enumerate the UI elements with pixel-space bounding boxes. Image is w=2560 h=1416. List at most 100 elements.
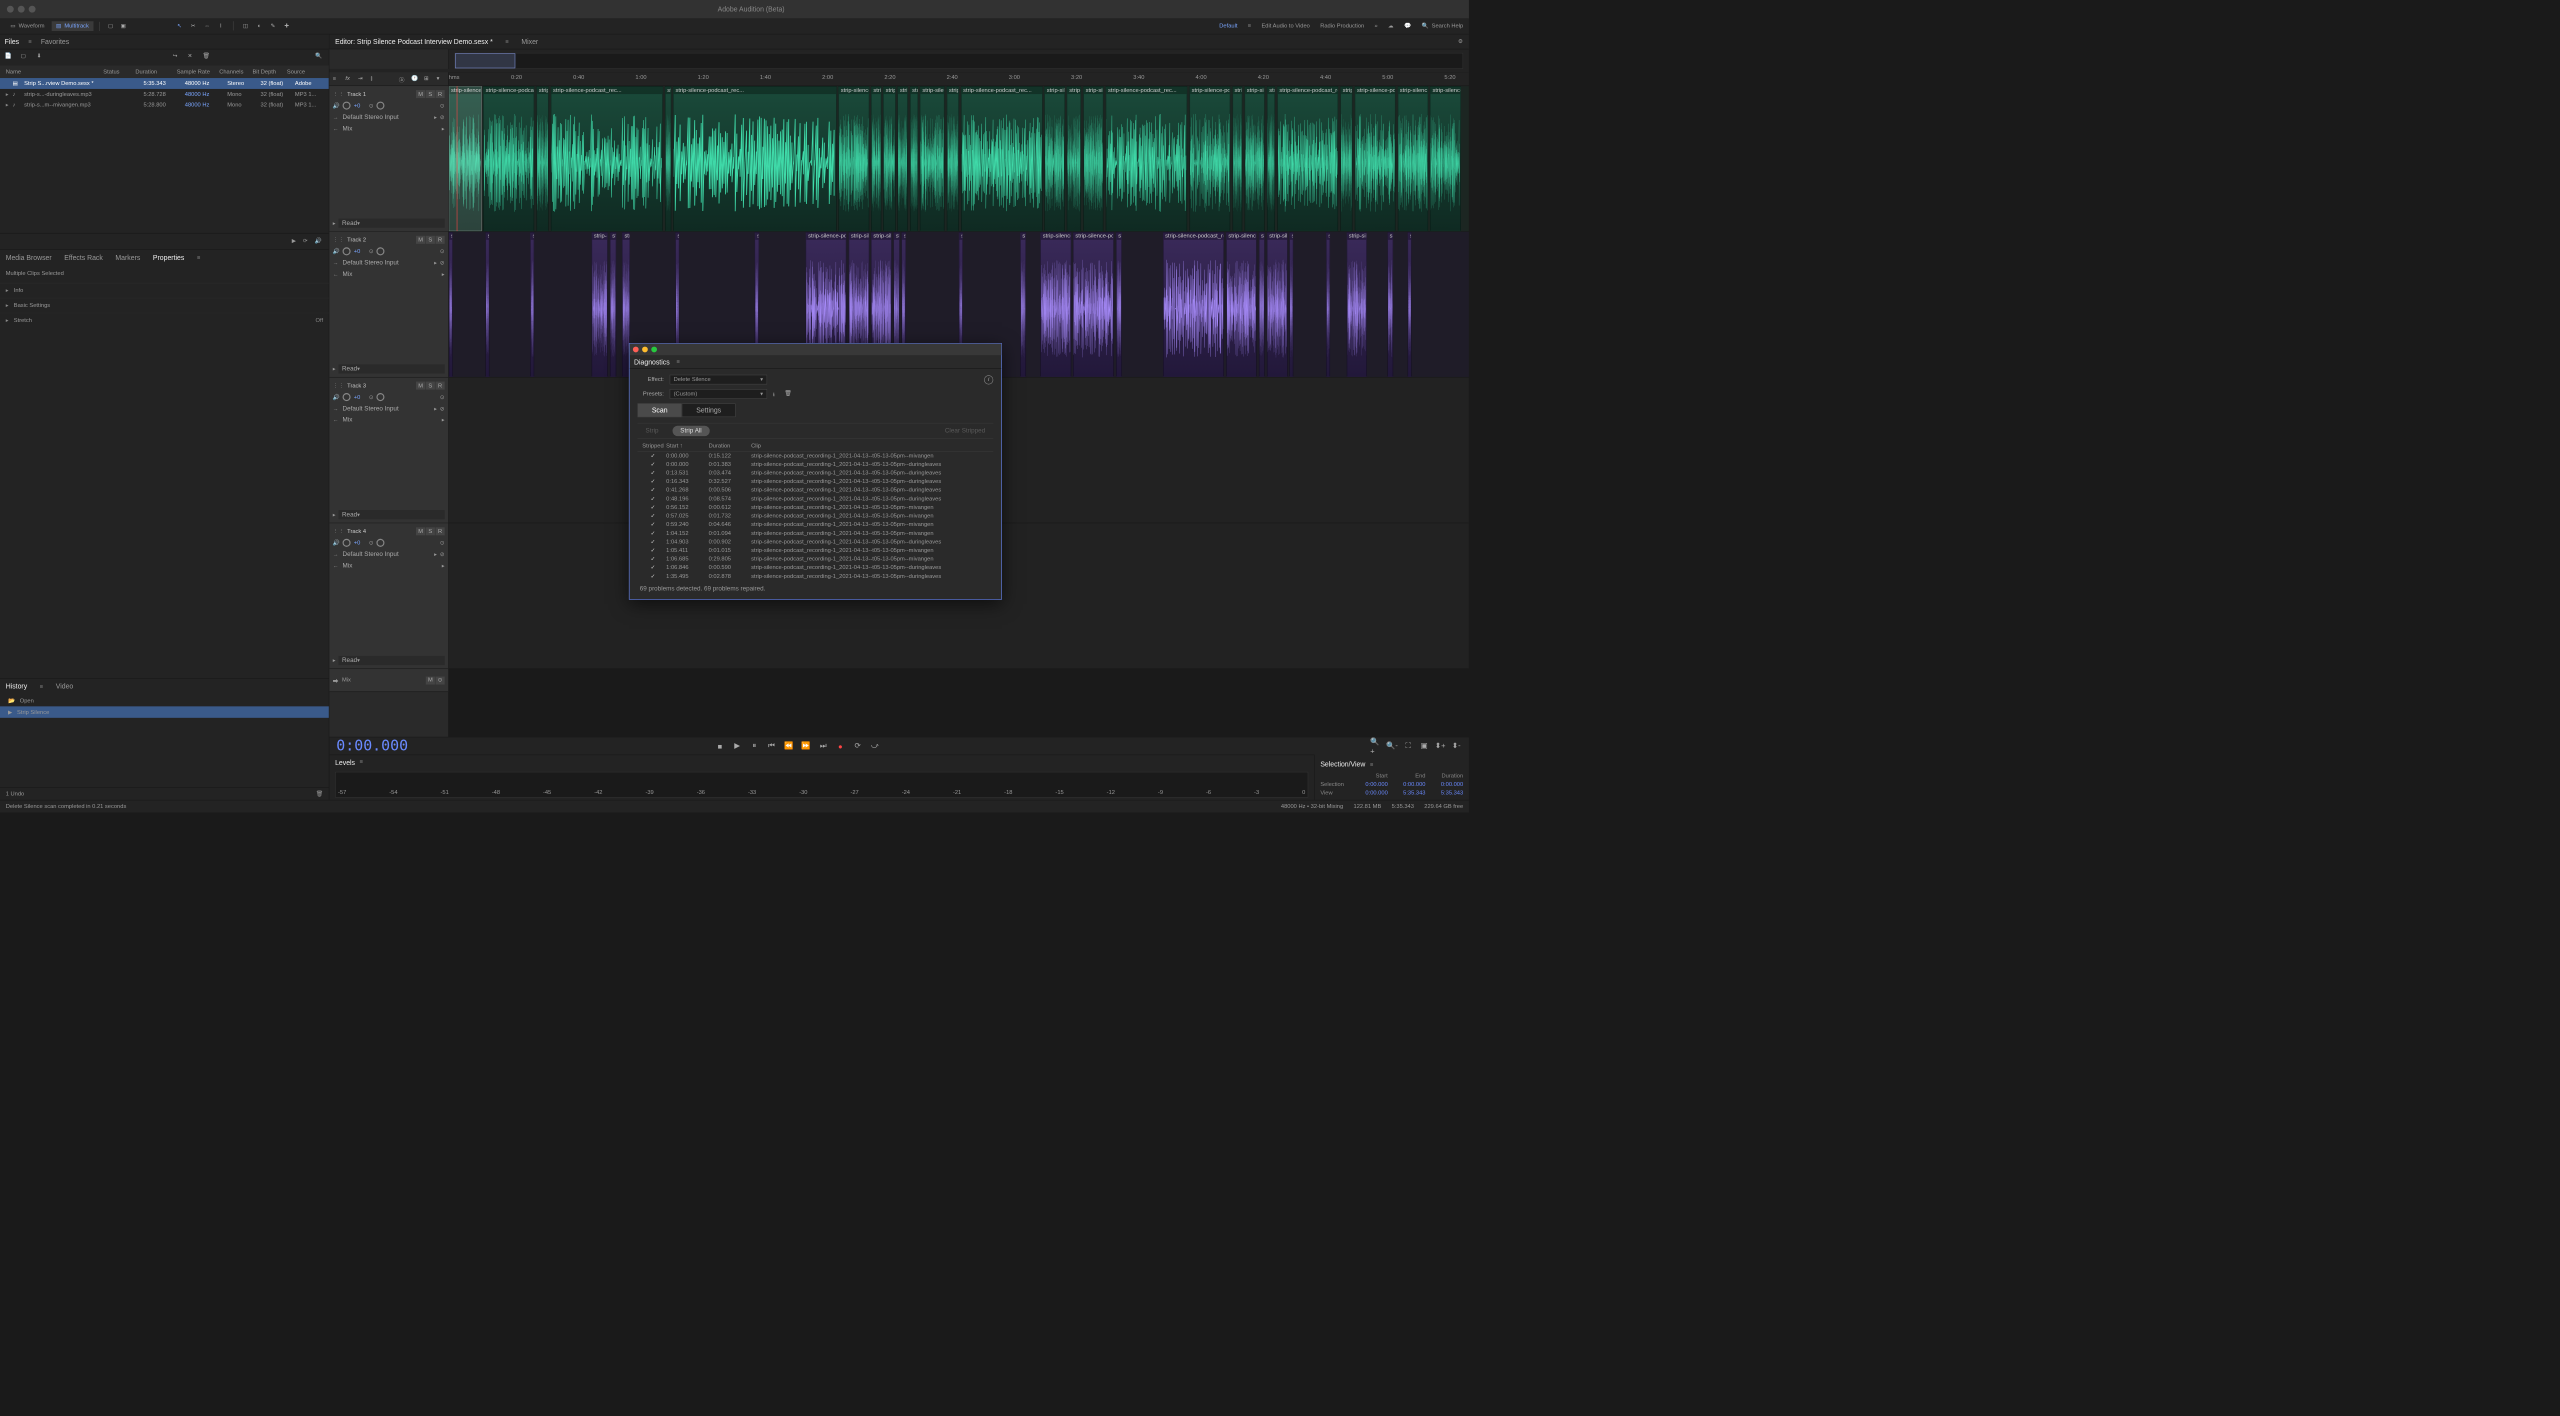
grip-icon[interactable]: ⋮⋮ <box>333 237 344 243</box>
disclosure-icon[interactable]: ▸ <box>333 366 336 372</box>
record-arm-button[interactable]: R <box>436 236 445 244</box>
autoplay-icon[interactable]: 🔊 <box>315 238 322 244</box>
strip-all-button[interactable]: Strip All <box>672 426 709 436</box>
tab-diagnostics[interactable]: Diagnostics <box>634 355 670 368</box>
pan-knob[interactable] <box>377 247 385 255</box>
audio-clip[interactable]: strip-silence-podcast_rec... <box>449 232 453 377</box>
toggle-icon-a[interactable]: ▢ <box>106 21 116 31</box>
tab-properties[interactable]: Properties <box>153 251 184 264</box>
diagnostic-row[interactable]: ✓1:06.8460:00.590strip-silence-podcast_r… <box>637 563 993 572</box>
audio-clip[interactable]: strip-silence-podcast_rec... <box>1116 232 1122 377</box>
razor-tool-icon[interactable]: ✂ <box>188 21 198 31</box>
snap-icon[interactable]: ⊞ <box>424 75 432 83</box>
input-select[interactable]: Default Stereo Input <box>343 405 432 412</box>
vol-value[interactable]: +0 <box>354 540 361 546</box>
disclosure-icon[interactable]: ▸ <box>333 512 336 518</box>
route-icon[interactable]: ⊘ <box>440 551 445 557</box>
track-header[interactable]: ⋮⋮Track 2MSR 🔊+0⊙⊙ →Default Stereo Input… <box>329 232 448 378</box>
chevron-icon[interactable]: ▸ <box>442 125 445 131</box>
zoom-v-out-icon[interactable]: ⬍- <box>1451 740 1462 751</box>
chevron-icon[interactable]: ▸ <box>434 260 437 266</box>
disclosure-icon[interactable]: ▸ <box>333 657 336 663</box>
route-icon[interactable]: ⊘ <box>440 114 445 120</box>
diagnostic-row[interactable]: ✓1:35.4950:02.878strip-silence-podcast_r… <box>637 572 993 581</box>
tab-menu-icon[interactable]: ≡ <box>360 759 363 765</box>
waveform-mode-button[interactable]: ▭Waveform <box>6 21 49 31</box>
output-select[interactable]: Mix <box>343 125 439 132</box>
disclosure-icon[interactable]: ▸ <box>333 220 336 226</box>
input-select[interactable]: Default Stereo Input <box>343 114 432 121</box>
sel-end[interactable]: 0:00.000 <box>1395 782 1426 788</box>
disclosure-icon[interactable]: ▸ <box>6 91 13 97</box>
mono-stereo-icon[interactable]: ⊙ <box>440 540 445 546</box>
tab-files-menu-icon[interactable]: ≡ <box>28 38 31 44</box>
view-dur[interactable]: 5:35.343 <box>1432 790 1463 796</box>
solo-button[interactable]: S <box>426 527 435 535</box>
zoom-v-in-icon[interactable]: ⬍+ <box>1434 740 1445 751</box>
vol-knob[interactable] <box>343 393 351 401</box>
prop-section-basic[interactable]: ▸Basic Settings <box>0 298 329 313</box>
audio-clip[interactable]: strip-silence-podcast_rec... <box>1045 86 1065 231</box>
pause-button[interactable]: ⏸ <box>749 740 760 751</box>
audio-clip[interactable]: strip-silence-podcast_rec... <box>1163 232 1224 377</box>
audio-clip[interactable]: strip-silence-podcast_rec... <box>665 86 671 231</box>
diagnostic-row[interactable]: ✓0:00.0000:15.122strip-silence-podcast_r… <box>637 452 993 461</box>
audio-clip[interactable]: strip-silence-podcast_rec... <box>673 86 836 231</box>
audio-clip[interactable]: strip-silence-podcast_rec... <box>1289 232 1293 377</box>
file-row[interactable]: ▤ Strip S...rview Demo.sesx * 5:35.343 4… <box>0 78 329 89</box>
tab-media-browser[interactable]: Media Browser <box>6 251 52 264</box>
history-item[interactable]: ▶Strip Silence <box>0 706 329 717</box>
effect-select[interactable]: Delete Silence▾ <box>670 375 768 385</box>
audio-clip[interactable]: strip-silence-podcast_rec... <box>1355 86 1396 231</box>
audio-clip[interactable]: strip-silence-podcast_rec... <box>883 86 895 231</box>
vol-value[interactable]: +0 <box>354 102 361 108</box>
settings-icon[interactable]: ⚙ <box>1458 38 1463 44</box>
audio-clip[interactable]: strip-silence-podcast_rec... <box>961 86 1043 231</box>
toggle-icon-b[interactable]: ▣ <box>118 21 128 31</box>
sel-dur[interactable]: 0:00.000 <box>1432 782 1463 788</box>
close-dot[interactable] <box>7 6 14 13</box>
file-row[interactable]: ▸♪ strip-s...m--mivangen.mp3 5:28.800 48… <box>0 100 329 111</box>
mono-stereo-icon[interactable]: ⊙ <box>440 102 445 108</box>
audio-clip[interactable]: strip-silence-podcast_rec... <box>1398 86 1429 231</box>
diagnostic-row[interactable]: ✓1:04.9030:00.902strip-silence-podcast_r… <box>637 538 993 547</box>
overview-selection[interactable] <box>455 53 515 68</box>
audio-clip[interactable]: strip-silence-podcast_rec... <box>838 86 869 231</box>
trash-icon[interactable]: 🗑 <box>316 791 323 797</box>
lasso-icon[interactable]: ◐ <box>254 21 264 31</box>
diagnostic-row[interactable]: ✓1:06.6850:29.805strip-silence-podcast_r… <box>637 555 993 564</box>
track-name[interactable]: Track 3 <box>347 382 413 388</box>
audio-clip[interactable]: strip-silence-podcast_rec... <box>1189 86 1230 231</box>
tab-markers[interactable]: Markers <box>115 251 140 264</box>
fx-icon[interactable]: fx <box>345 75 353 83</box>
audio-clip[interactable]: strip-silence-podcast_rec... <box>1067 86 1081 231</box>
diagnostic-row[interactable]: ✓0:41.2680:00.506strip-silence-podcast_r… <box>637 486 993 495</box>
record-arm-button[interactable]: R <box>436 527 445 535</box>
tab-mixer[interactable]: Mixer <box>521 35 538 48</box>
input-select[interactable]: Default Stereo Input <box>343 551 432 558</box>
audio-clip[interactable]: strip-silence-podcast_rec... <box>1073 232 1114 377</box>
automation-mode-select[interactable]: Read ▾ <box>339 364 445 373</box>
zoom-full-icon[interactable]: ⛶ <box>1402 740 1413 751</box>
audio-clip[interactable]: strip-silence-podcast_rec... <box>1244 86 1264 231</box>
selection-region[interactable] <box>449 86 482 231</box>
record-button[interactable]: ● <box>835 740 846 751</box>
diagnostic-row[interactable]: ✓0:13.5310:03.474strip-silence-podcast_r… <box>637 469 993 478</box>
marquee-icon[interactable]: ◫ <box>240 21 250 31</box>
solo-button[interactable]: S <box>426 236 435 244</box>
diagnostic-row[interactable]: ✓1:04.1520:01.094strip-silence-podcast_r… <box>637 529 993 538</box>
levels-tab[interactable]: Levels ≡ <box>329 755 1314 770</box>
audio-clip[interactable]: strip-silence-podcast_rec... <box>551 86 663 231</box>
pan-knob[interactable] <box>377 393 385 401</box>
go-end-button[interactable]: ⏭ <box>817 740 828 751</box>
automation-mode-select[interactable]: Read ▾ <box>339 219 445 228</box>
vol-value[interactable]: +0 <box>354 394 361 400</box>
multitrack-mode-button[interactable]: ▤Multitrack <box>51 21 93 31</box>
pan-knob[interactable] <box>377 539 385 547</box>
output-select[interactable]: Mix <box>343 417 439 424</box>
audio-clip[interactable]: strip-silence-podcast_rec... <box>1387 232 1393 377</box>
chevron-icon[interactable]: ▸ <box>434 405 437 411</box>
output-select[interactable]: Mix <box>343 562 439 569</box>
chevron-icon[interactable]: ▸ <box>434 114 437 120</box>
chevron-down-icon[interactable]: ▾ <box>437 75 445 83</box>
